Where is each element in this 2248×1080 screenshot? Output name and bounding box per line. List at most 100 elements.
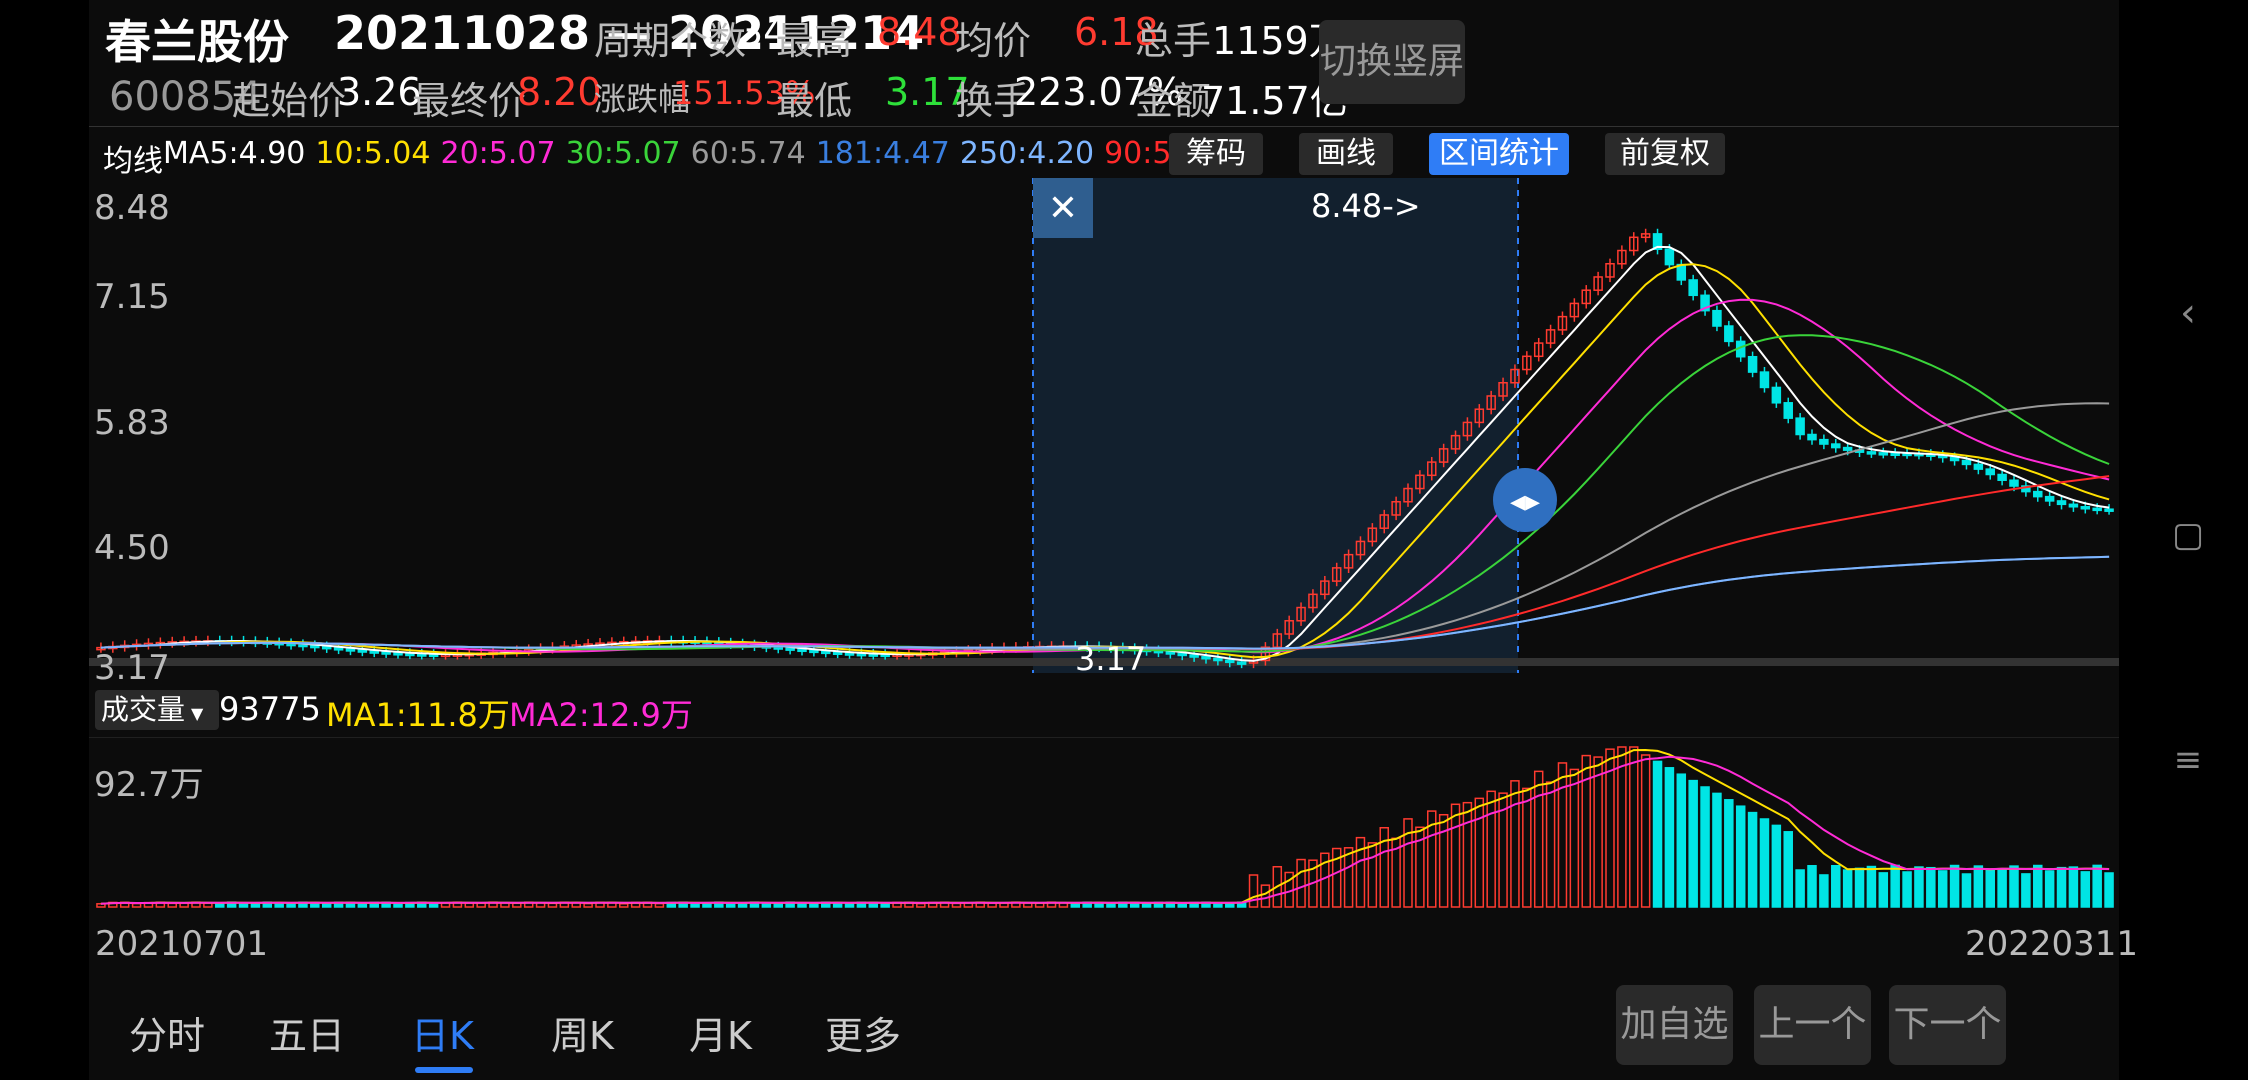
candle-body (1866, 451, 1877, 455)
ma-values: MA5:4.90 10:5.04 20:5.07 30:5.07 60:5.74 181:… (163, 136, 1219, 171)
volume-bar (1106, 902, 1116, 908)
volume-bar (1486, 790, 1496, 908)
candle-body (1842, 446, 1853, 451)
end-value: 8.20 (517, 70, 602, 114)
volume-bar (2033, 864, 2043, 908)
volume-bar (2104, 872, 2114, 908)
volume-bar (1937, 870, 1948, 908)
prev-stock-button[interactable]: 上一个 (1754, 985, 1871, 1065)
candle-body (1759, 371, 1770, 389)
tab-3[interactable]: 周K (551, 1005, 614, 1060)
volume-bar (1260, 884, 1271, 908)
ma-label[interactable]: 均线 (103, 136, 163, 180)
volume-bar (1213, 902, 1223, 908)
total-label: 总手 (1135, 19, 1212, 63)
chevron-down-icon: ▼ (191, 704, 204, 723)
indicator-select[interactable]: 成交量 ▼ (95, 690, 219, 730)
toolbar-button-1[interactable]: 画线 (1299, 133, 1393, 175)
volume-bar (321, 902, 332, 908)
tab-2[interactable]: 日K (411, 1005, 474, 1060)
volume-bar (1985, 868, 1995, 908)
volume-bar (2009, 865, 2019, 908)
ma-value-3: 30:5.07 (565, 136, 681, 171)
volume-bar (1973, 865, 1984, 908)
interval-selection (1033, 178, 1518, 673)
candle-body (2068, 503, 2079, 508)
volume-bar (1831, 864, 1841, 908)
volume-bar (2080, 871, 2091, 908)
volume-bar (1735, 805, 1746, 908)
active-tab-indicator (415, 1067, 473, 1073)
candle-body (381, 651, 391, 655)
volume-bar (1438, 813, 1449, 908)
tab-4[interactable]: 月K (689, 1005, 752, 1060)
volume-bar (1771, 824, 1782, 908)
volume-bar (1819, 874, 1829, 908)
ma-value-5: 181:4.47 (815, 136, 950, 171)
add-watchlist-button[interactable]: 加自选 (1616, 985, 1733, 1065)
candle-body (321, 645, 332, 650)
candle-body (785, 647, 795, 651)
switch-portrait-button[interactable]: 切换竖屏 (1319, 20, 1465, 104)
start-value: 3.26 (337, 70, 422, 114)
volume-bar (583, 902, 593, 908)
max-price-marker: 8.48-> (1311, 187, 1421, 225)
y-label-2: 7.15 (94, 277, 170, 317)
volume-bar (428, 902, 439, 908)
candle-body (1997, 473, 2007, 481)
candle-body (1225, 659, 1235, 664)
candle-body (1724, 325, 1734, 343)
stock-name: 春兰股份 (105, 15, 289, 69)
candle-body (1177, 652, 1187, 657)
candle-body (1985, 468, 1995, 476)
candle-body (832, 651, 843, 656)
volume-bar (1997, 868, 2007, 908)
volume-bar (131, 902, 142, 908)
toolbar-button-3[interactable]: 前复权 (1605, 133, 1725, 175)
candle-body (1165, 651, 1176, 655)
candle-body (2033, 490, 2043, 498)
ma-value-0: MA5:4.90 (163, 136, 306, 171)
volume-bar (1890, 864, 1900, 908)
y-label-min: 3.17 (94, 648, 170, 688)
tab-1[interactable]: 五日 (269, 1005, 345, 1060)
recents-icon[interactable]: ≡ (2160, 740, 2216, 780)
volume-bar (1676, 773, 1687, 908)
volume-bar (1652, 760, 1663, 908)
volume-bar (1664, 767, 1675, 908)
tab-0[interactable]: 分时 (129, 1005, 205, 1060)
volume-bar (1617, 746, 1627, 908)
toolbar-button-0[interactable]: 筹码 (1169, 133, 1263, 175)
candle-body (2044, 495, 2055, 502)
back-icon[interactable]: ‹ (2160, 290, 2216, 336)
volume-bar (1629, 746, 1639, 908)
volume-bar (1474, 797, 1485, 908)
volume-chart[interactable] (89, 737, 2119, 912)
candle-body (1189, 654, 1199, 658)
candle-body (333, 647, 344, 651)
volume-bar (844, 902, 855, 908)
tab-5[interactable]: 更多 (825, 1005, 901, 1060)
volume-ma2: MA2:12.9万 (509, 696, 693, 734)
price-chart[interactable]: ✕ ◂▸ (89, 178, 2119, 683)
high-value: 8.48 (877, 10, 962, 54)
volume-bar (1343, 847, 1354, 908)
ma-value-2: 20:5.07 (440, 136, 556, 171)
volume-bar (1949, 864, 1960, 908)
candle-body (369, 650, 379, 654)
volume-bar (880, 903, 890, 908)
volume-bar (1842, 869, 1853, 908)
volume-ma1: MA1:11.8万 (326, 696, 510, 734)
volume-bar (1177, 902, 1187, 908)
toolbar-button-2[interactable]: 区间统计 (1429, 133, 1569, 175)
volume-bar (1593, 756, 1603, 908)
volume-bar (1450, 803, 1461, 908)
candle-body (821, 650, 831, 655)
candle-body (1831, 443, 1841, 449)
candle-body (310, 644, 320, 649)
home-icon[interactable]: ▢ (2160, 515, 2216, 555)
volume-bar (1248, 874, 1259, 908)
volume-bar (1902, 871, 1912, 908)
volume-bar (1866, 865, 1877, 908)
next-stock-button[interactable]: 下一个 (1889, 985, 2006, 1065)
